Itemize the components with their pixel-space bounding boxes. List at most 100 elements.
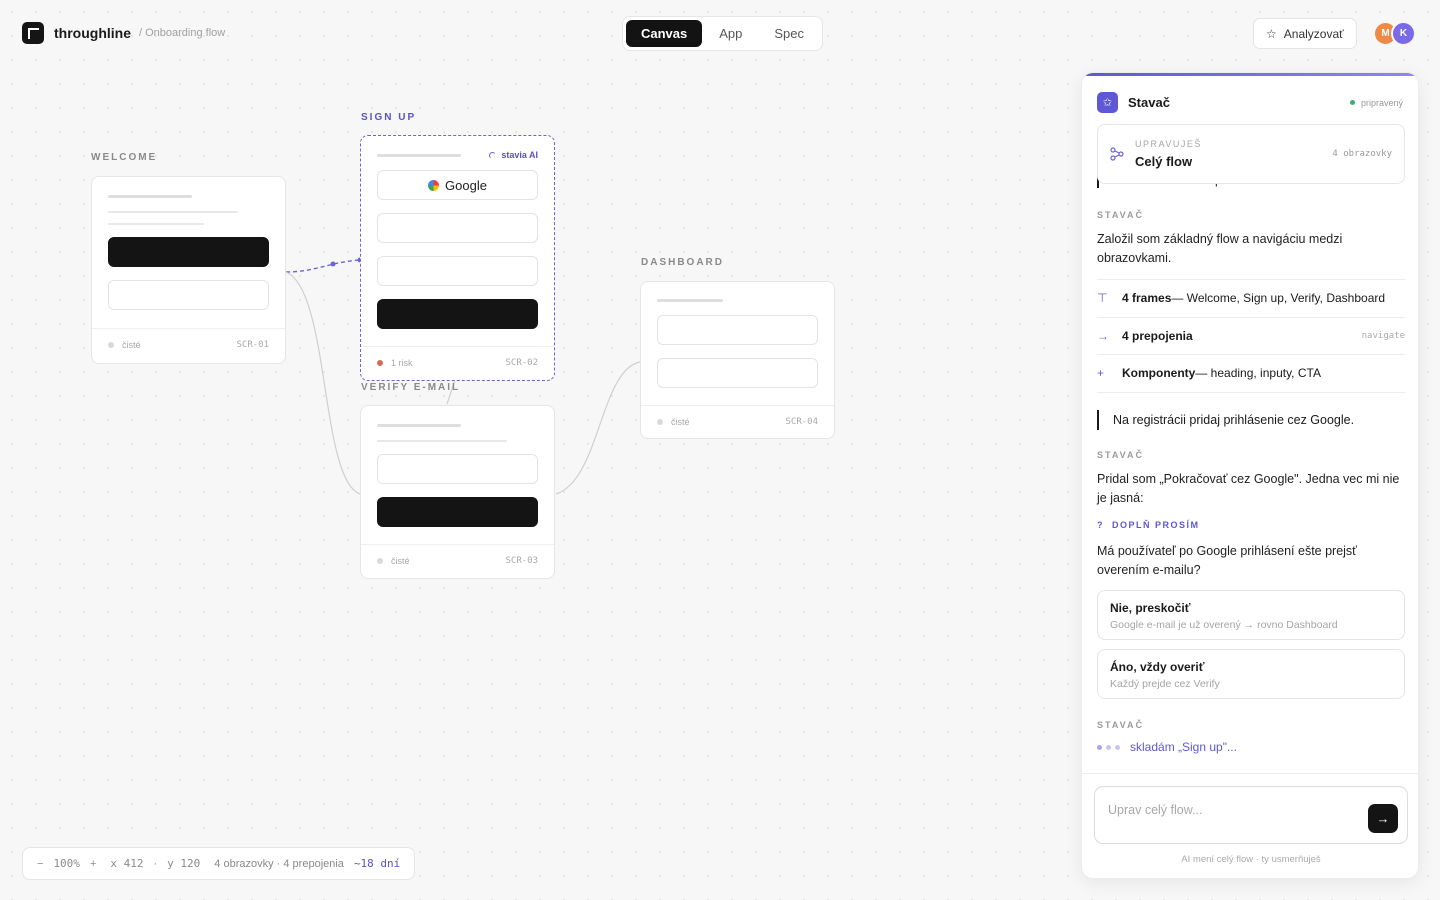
item-title: 4 prepojenia — [1122, 328, 1193, 343]
typing-dot — [1106, 744, 1111, 750]
tab-app[interactable]: App — [704, 20, 757, 47]
panel-title: Stavač — [1128, 95, 1170, 110]
spinner-icon — [489, 151, 497, 159]
frame-status: čisté — [122, 340, 141, 350]
status-dot — [657, 419, 663, 425]
app-name: throughline — [54, 25, 131, 41]
item-text: — Welcome, Sign up, Verify, Dashboard — [1171, 291, 1386, 306]
separator: · — [153, 857, 158, 870]
analyze-button[interactable]: ☆ Analyzovať — [1253, 18, 1357, 49]
zoom-out-button[interactable]: − — [37, 858, 43, 870]
placeholder-input — [377, 454, 538, 484]
frame-label-welcome: WELCOME — [91, 152, 158, 163]
google-signin-button[interactable]: Google — [377, 170, 538, 200]
zoom-in-button[interactable]: + — [90, 858, 96, 870]
choice-title: Nie, preskočiť — [1110, 601, 1191, 615]
estimate: ~18 dní — [353, 857, 401, 870]
placeholder-input — [377, 213, 538, 243]
list-item[interactable]: ⊤ 4 frames — Welcome, Sign up, Verify, D… — [1097, 280, 1405, 318]
analyze-label: Analyzovať — [1283, 26, 1344, 41]
ai-tag-label: stavia AI — [501, 150, 538, 160]
wire-midpoint — [330, 261, 336, 267]
frame-footer: čisté SCR-03 — [361, 544, 554, 577]
item-tag: navigate — [1361, 330, 1405, 341]
flow-summary: 4 obrazovky · 4 prepojenia — [214, 857, 344, 870]
frame-status: 1 risk — [391, 358, 413, 368]
list-item[interactable]: + Komponenty — heading, inputy, CTA — [1097, 355, 1405, 393]
star-icon: ☆ — [1266, 26, 1277, 41]
frame-id: SCR-01 — [236, 340, 269, 350]
composer[interactable]: → — [1094, 786, 1408, 844]
frame-status: čisté — [391, 556, 410, 566]
placeholder-text — [108, 211, 238, 213]
ask-label: DOPLŇ PROSÍM — [1112, 520, 1200, 530]
typing-dot — [1115, 744, 1120, 750]
placeholder-heading — [377, 153, 461, 157]
wire-welcome-signup — [285, 259, 361, 273]
item-title: Komponenty — [1122, 366, 1196, 381]
placeholder-text — [377, 440, 507, 442]
zoom-level: 100% — [53, 857, 80, 870]
placeholder-input — [377, 256, 538, 286]
frame-verify[interactable]: čisté SCR-03 — [360, 405, 555, 579]
choice-skip-verify[interactable]: Nie, preskočiť Google e-mail je už overe… — [1097, 590, 1405, 640]
placeholder-text — [108, 223, 204, 225]
ai-building-tag: stavia AI — [489, 150, 538, 160]
frame-label-signup: SIGN UP — [361, 112, 417, 123]
frame-welcome[interactable]: čisté SCR-01 — [91, 176, 286, 364]
ready-dot — [1349, 100, 1355, 105]
wire-welcome-verify — [285, 271, 361, 495]
choice-description: Google e-mail je už overený → rovno Dash… — [1110, 619, 1338, 631]
frame-id: SCR-02 — [505, 358, 538, 368]
plus-icon: + — [1097, 366, 1105, 381]
placeholder-card — [657, 358, 818, 388]
prompt-input[interactable] — [1108, 803, 1348, 817]
breadcrumb: / Onboarding flow — [139, 27, 226, 39]
placeholder-cta — [377, 497, 538, 527]
placeholder-secondary-button — [108, 280, 269, 310]
frame-status: čisté — [671, 417, 690, 427]
tab-spec[interactable]: Spec — [759, 20, 819, 47]
placeholder-cta — [377, 299, 538, 329]
question-icon: ? — [1097, 520, 1104, 530]
context-count: 4 obrazovky — [1332, 149, 1392, 159]
collaborators: M K — [1373, 21, 1416, 46]
context-card[interactable]: UPRAVUJEŠ Celý flow 4 obrazovky — [1097, 124, 1405, 184]
list-item[interactable]: → 4 prepojenia navigate — [1097, 318, 1405, 355]
frames-icon: ⊤ — [1097, 291, 1108, 306]
builder-message: Založil som základný flow a navigáciu me… — [1097, 232, 1343, 265]
canvas-statusbar: − 100% + x 412 · y 120 4 obrazovky · 4 p… — [22, 847, 416, 880]
typing-dot — [1097, 744, 1102, 750]
typing-text: skladám „Sign up"... — [1130, 740, 1237, 754]
frame-label-dashboard: DASHBOARD — [641, 257, 724, 268]
google-icon — [428, 179, 440, 191]
tab-canvas[interactable]: Canvas — [626, 20, 703, 47]
context-label: UPRAVUJEŠ — [1135, 139, 1202, 149]
builder-message: Pridal som „Pokračovať cez Google". Jedn… — [1097, 472, 1400, 505]
cursor-y: y 120 — [167, 857, 201, 870]
choice-description: Každý prejde cez Verify — [1110, 678, 1220, 690]
placeholder-heading — [377, 424, 461, 427]
frame-id: SCR-03 — [505, 556, 538, 566]
brand: throughline / Onboarding flow — [22, 22, 225, 44]
avatar[interactable]: K — [1391, 21, 1416, 46]
message-role: STAVAČ — [1097, 450, 1144, 460]
panel-header: ✩ Stavač pripravený — [1082, 76, 1418, 114]
risk-dot — [377, 360, 383, 366]
status-dot — [377, 558, 383, 564]
send-button[interactable]: → — [1368, 804, 1398, 833]
frame-signup[interactable]: stavia AI Google 1 risk SCR-02 — [360, 135, 555, 381]
frame-footer: čisté SCR-04 — [641, 405, 834, 438]
placeholder-heading — [657, 299, 723, 302]
frame-dashboard[interactable]: čisté SCR-04 — [640, 281, 835, 439]
typing-indicator: skladám „Sign up"... — [1097, 740, 1405, 754]
message-role: STAVAČ — [1097, 210, 1144, 220]
panel-footer: → AI mení celý flow · ty usmerňuješ — [1082, 773, 1418, 878]
choice-always-verify[interactable]: Áno, vždy overiť Každý prejde cez Verify — [1097, 649, 1405, 699]
chat-scroll[interactable]: UPRAVUJEŠ Celý flow 4 obrazovky overenie… — [1082, 122, 1418, 774]
item-title: 4 frames — [1122, 291, 1172, 306]
status-dot — [108, 342, 114, 348]
wire-verify-dashboard — [555, 361, 641, 495]
panel-status: pripravený — [1349, 98, 1403, 108]
frame-label-verify: VERIFY E-MAIL — [361, 382, 461, 393]
